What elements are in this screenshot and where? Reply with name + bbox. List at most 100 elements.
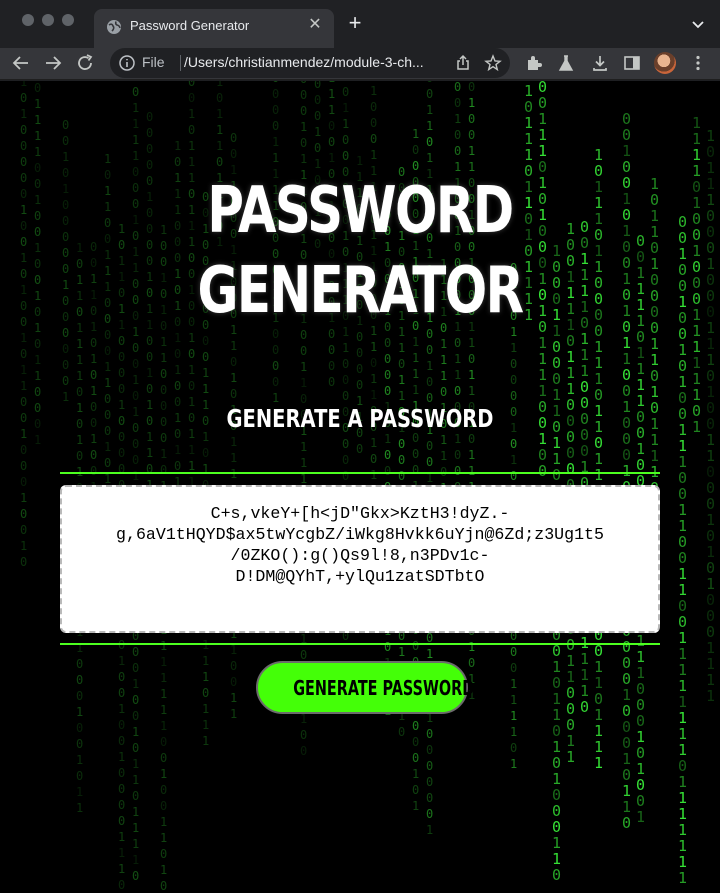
matrix-glyph: 0 (216, 91, 223, 105)
matrix-glyph: 0 (160, 783, 167, 797)
matrix-glyph: 0 (412, 447, 419, 461)
matrix-glyph: 1 (160, 639, 167, 653)
matrix-glyph: 0 (118, 334, 125, 348)
matrix-glyph: 0 (132, 341, 139, 355)
matrix-glyph: 1 (132, 149, 139, 163)
matrix-glyph: 0 (314, 109, 321, 123)
matrix-glyph: 0 (426, 135, 433, 149)
matrix-glyph: 0 (300, 344, 307, 358)
matrix-glyph: 0 (146, 142, 153, 156)
extensions-puzzle-icon[interactable] (524, 53, 544, 73)
matrix-glyph: 0 (370, 116, 377, 130)
matrix-glyph: 0 (132, 693, 139, 707)
matrix-glyph: 1 (118, 750, 125, 764)
back-arrow-icon[interactable] (10, 52, 32, 74)
matrix-glyph: 0 (118, 878, 125, 892)
matrix-glyph: 1 (328, 103, 335, 117)
matrix-glyph: 1 (328, 151, 335, 165)
matrix-glyph: 0 (160, 879, 167, 893)
forward-arrow-icon[interactable] (42, 52, 64, 74)
tab-close-icon[interactable]: ✕ (306, 15, 324, 35)
download-icon[interactable] (590, 53, 610, 73)
matrix-glyph: 0 (118, 366, 125, 380)
chevron-down-icon[interactable] (688, 14, 708, 34)
matrix-glyph: 0 (328, 119, 335, 133)
matrix-glyph: 1 (202, 734, 209, 748)
matrix-glyph: 1 (412, 799, 419, 813)
matrix-glyph: 0 (412, 783, 419, 797)
address-bar[interactable]: File /Users/christianmendez/module-3-ch.… (110, 48, 510, 78)
matrix-glyph: 1 (356, 154, 363, 168)
matrix-glyph: 0 (20, 347, 27, 361)
matrix-glyph: 0 (300, 136, 307, 150)
matrix-glyph: 1 (146, 446, 153, 460)
matrix-glyph: 0 (510, 373, 517, 387)
more-options-icon[interactable] (688, 53, 708, 73)
matrix-glyph: 1 (76, 369, 83, 383)
matrix-glyph: 1 (132, 117, 139, 131)
matrix-glyph: 0 (160, 735, 167, 749)
matrix-glyph: 0 (20, 475, 27, 489)
side-panel-icon[interactable] (622, 53, 642, 73)
matrix-glyph: 0 (412, 639, 419, 653)
matrix-glyph: 0 (146, 334, 153, 348)
matrix-glyph: 1 (20, 331, 27, 345)
share-icon[interactable] (454, 54, 472, 72)
profile-avatar[interactable] (654, 52, 676, 74)
matrix-glyph: 1 (34, 113, 41, 127)
matrix-glyph: 0 (454, 128, 461, 142)
url-text[interactable]: /Users/christianmendez/module-3-ch... (184, 54, 424, 70)
matrix-glyph: 0 (300, 104, 307, 118)
matrix-glyph: 1 (118, 654, 125, 668)
page-title: PASSWORD GENERATOR (197, 174, 524, 328)
matrix-glyph: 0 (20, 123, 27, 137)
reload-icon[interactable] (74, 52, 96, 74)
window-zoom-dot[interactable] (62, 14, 74, 26)
matrix-glyph: 0 (202, 350, 209, 364)
matrix-glyph: 0 (146, 158, 153, 172)
star-icon[interactable] (484, 54, 502, 72)
matrix-glyph: 1 (132, 133, 139, 147)
new-tab-icon[interactable]: + (344, 12, 366, 36)
matrix-glyph: 1 (370, 468, 377, 482)
matrix-glyph: 1 (90, 384, 97, 398)
flask-icon[interactable] (556, 53, 576, 73)
browser-tab[interactable]: Password Generator ✕ (94, 9, 334, 48)
matrix-glyph: 0 (202, 334, 209, 348)
matrix-glyph: 0 (62, 198, 69, 212)
matrix-glyph: 0 (20, 507, 27, 521)
card-heading: GENERATE A PASSWORD (226, 404, 494, 433)
matrix-glyph: 1 (454, 368, 461, 382)
matrix-glyph: 1 (216, 107, 223, 121)
matrix-glyph: 0 (300, 728, 307, 742)
matrix-glyph: 0 (342, 357, 349, 371)
password-output[interactable]: C+s,vkeY+[h<jD"Gkx>KztH3!dyZ.- g,6aV1tHQY… (60, 485, 660, 633)
matrix-glyph: 1 (566, 748, 575, 766)
matrix-glyph: 1 (174, 443, 181, 457)
matrix-glyph: 1 (20, 251, 27, 265)
window-minimize-dot[interactable] (42, 14, 54, 26)
matrix-glyph: 1 (160, 863, 167, 877)
matrix-glyph: 1 (76, 801, 83, 815)
matrix-glyph: 0 (188, 379, 195, 393)
generate-password-button[interactable]: GENERATE PASSWORD (256, 661, 474, 714)
matrix-glyph: 0 (20, 315, 27, 329)
matrix-glyph: 1 (202, 366, 209, 380)
info-icon[interactable] (118, 54, 136, 72)
matrix-glyph: 0 (454, 384, 461, 398)
matrix-glyph: 1 (20, 363, 27, 377)
matrix-glyph: 0 (34, 257, 41, 271)
matrix-glyph: 0 (202, 446, 209, 460)
matrix-glyph: 0 (118, 766, 125, 780)
matrix-glyph: 0 (468, 112, 475, 126)
matrix-glyph: 0 (342, 389, 349, 403)
window-close-dot[interactable] (22, 14, 34, 26)
matrix-glyph: 0 (454, 96, 461, 110)
matrix-glyph: 1 (76, 705, 83, 719)
matrix-glyph: 1 (510, 453, 517, 467)
matrix-glyph: 0 (34, 305, 41, 319)
matrix-glyph: 0 (272, 87, 279, 101)
matrix-glyph: 0 (398, 357, 405, 371)
matrix-glyph: 1 (104, 440, 111, 454)
matrix-glyph: 1 (34, 145, 41, 159)
